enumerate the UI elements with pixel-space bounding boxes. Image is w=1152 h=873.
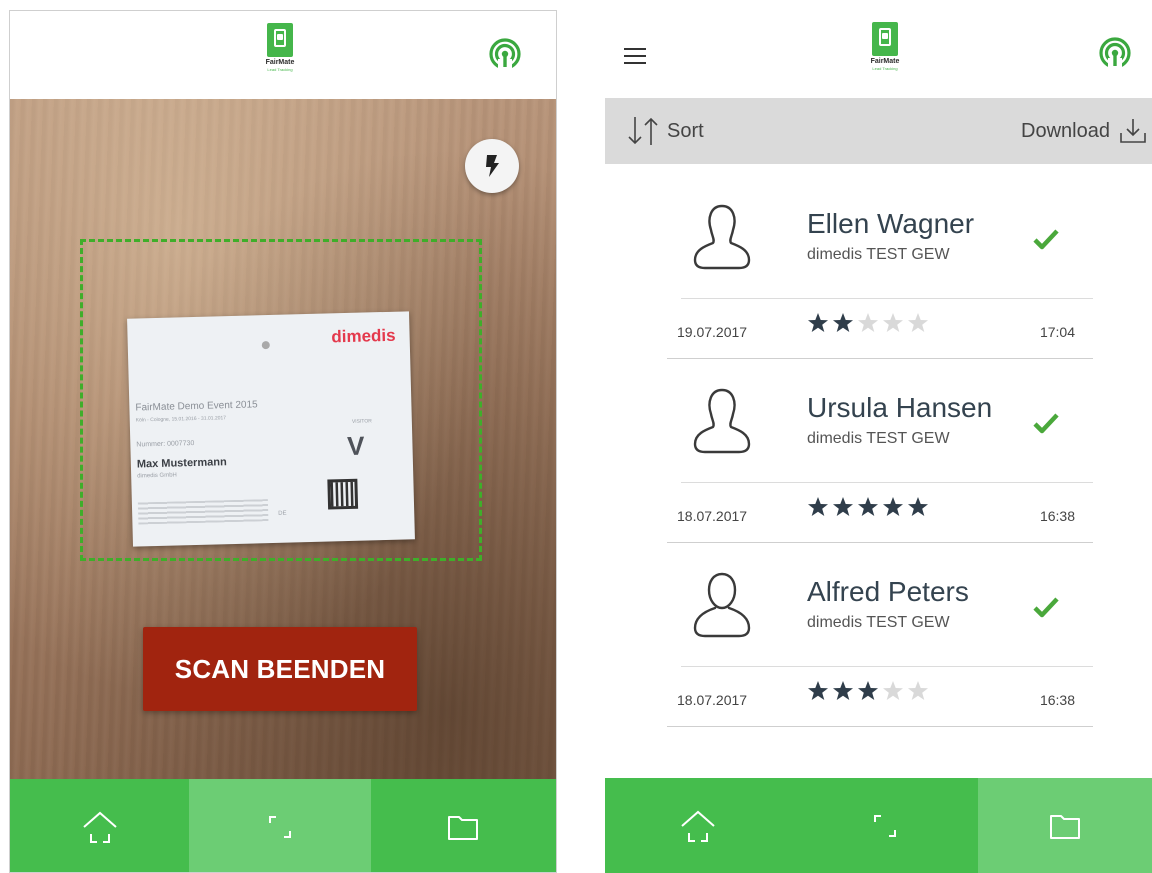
item-divider <box>667 726 1093 727</box>
signal-icon[interactable] <box>1098 36 1132 70</box>
star-empty-icon[interactable] <box>882 312 904 334</box>
item-divider <box>681 482 1093 483</box>
logo-tagline: Lead Tracking <box>872 66 898 71</box>
sort-toolbar: Sort Download <box>605 98 1152 164</box>
star-empty-icon[interactable] <box>882 680 904 702</box>
lead-list-item[interactable]: Ellen Wagner dimedis TEST GEW 19.07.2017… <box>667 188 1093 372</box>
camera-viewfinder[interactable]: dimedis FairMate Demo Event 2015 Köln - … <box>10 99 556 779</box>
star-filled-icon[interactable] <box>807 496 829 518</box>
star-empty-icon[interactable] <box>907 680 929 702</box>
item-divider <box>667 542 1093 543</box>
star-filled-icon[interactable] <box>857 496 879 518</box>
item-divider <box>681 298 1093 299</box>
lead-time: 16:38 <box>1039 508 1075 524</box>
sort-button[interactable]: Sort <box>625 116 704 146</box>
download-label: Download <box>1021 119 1110 142</box>
star-empty-icon[interactable] <box>857 312 879 334</box>
scan-end-button[interactable]: SCAN BEENDEN <box>143 627 417 711</box>
logo-icon <box>267 23 293 57</box>
nav-home[interactable] <box>605 778 791 873</box>
lead-list-item[interactable]: Ursula Hansen dimedis TEST GEW 18.07.201… <box>667 372 1093 556</box>
bottom-nav <box>605 778 1152 873</box>
male-avatar-icon <box>693 572 751 638</box>
scan-icon <box>873 815 896 837</box>
scan-frame <box>80 239 482 561</box>
home-icon <box>681 810 715 842</box>
check-icon <box>1033 229 1059 250</box>
lead-name: Ursula Hansen <box>807 392 993 423</box>
sort-icon <box>628 117 658 145</box>
lead-name: Alfred Peters <box>807 576 969 607</box>
lead-company: dimedis TEST GEW <box>807 246 950 263</box>
home-icon <box>83 811 117 843</box>
nav-scan[interactable] <box>189 779 371 872</box>
menu-icon[interactable] <box>624 48 646 64</box>
lead-time: 17:04 <box>1039 324 1075 340</box>
flash-button[interactable] <box>465 139 519 193</box>
scanner-screen: FairMate Lead Tracking dimedis FairMate … <box>9 10 557 873</box>
check-icon <box>1033 413 1059 434</box>
nav-folder[interactable] <box>978 778 1152 873</box>
download-button[interactable]: Download <box>1021 116 1148 146</box>
folder-icon <box>1050 815 1080 839</box>
lead-rating[interactable] <box>807 680 929 702</box>
leads-topbar: FairMate Lead Tracking <box>605 10 1152 98</box>
bottom-nav <box>10 779 556 872</box>
star-filled-icon[interactable] <box>832 312 854 334</box>
lead-date: 18.07.2017 <box>677 508 748 524</box>
logo-name: FairMate <box>265 59 295 66</box>
logo-name: FairMate <box>870 58 900 65</box>
check-icon <box>1033 597 1059 618</box>
lead-company: dimedis TEST GEW <box>807 614 950 631</box>
item-divider <box>667 358 1093 359</box>
star-filled-icon[interactable] <box>807 312 829 334</box>
star-filled-icon[interactable] <box>832 496 854 518</box>
star-filled-icon[interactable] <box>882 496 904 518</box>
download-icon <box>1120 119 1146 143</box>
sort-label: Sort <box>667 119 704 142</box>
female-avatar-icon <box>693 388 751 454</box>
star-filled-icon[interactable] <box>857 680 879 702</box>
lead-company: dimedis TEST GEW <box>807 430 950 447</box>
lead-rating[interactable] <box>807 496 929 518</box>
fairmate-logo: FairMate Lead Tracking <box>867 22 903 76</box>
lead-list: Ellen Wagner dimedis TEST GEW 19.07.2017… <box>667 188 1093 740</box>
star-empty-icon[interactable] <box>907 312 929 334</box>
lead-list-item[interactable]: Alfred Peters dimedis TEST GEW 18.07.201… <box>667 556 1093 740</box>
scan-icon <box>269 816 291 838</box>
nav-home[interactable] <box>10 779 189 872</box>
lead-date: 18.07.2017 <box>677 692 748 708</box>
leads-screen: FairMate Lead Tracking Sort Download Ell… <box>605 10 1152 873</box>
female-avatar-icon <box>693 204 751 270</box>
nav-folder[interactable] <box>371 779 556 872</box>
lead-date: 19.07.2017 <box>677 324 748 340</box>
folder-icon <box>448 816 479 840</box>
star-filled-icon[interactable] <box>832 680 854 702</box>
logo-icon <box>872 22 898 56</box>
logo-tagline: Lead Tracking <box>267 67 293 72</box>
fairmate-logo: FairMate Lead Tracking <box>262 23 298 77</box>
flash-icon <box>486 155 499 177</box>
star-filled-icon[interactable] <box>807 680 829 702</box>
lead-name: Ellen Wagner <box>807 208 975 239</box>
nav-scan[interactable] <box>791 778 978 873</box>
signal-icon[interactable] <box>488 37 522 71</box>
lead-rating[interactable] <box>807 312 929 334</box>
lead-time: 16:38 <box>1039 692 1075 708</box>
scanner-topbar: FairMate Lead Tracking <box>10 11 556 99</box>
item-divider <box>681 666 1093 667</box>
star-filled-icon[interactable] <box>907 496 929 518</box>
